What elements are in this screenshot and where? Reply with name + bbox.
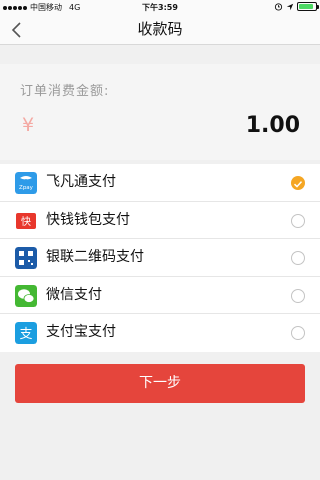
radio-unchecked[interactable] bbox=[291, 326, 305, 340]
battery-fill bbox=[299, 4, 313, 9]
svg-text:支: 支 bbox=[19, 327, 32, 342]
radio-checked[interactable] bbox=[291, 176, 305, 190]
status-bar: 中国移动 4G 下午3:59 bbox=[0, 0, 320, 14]
status-time: 下午3:59 bbox=[142, 3, 178, 12]
payment-option-label: 银联二维码支付 bbox=[46, 249, 144, 265]
payment-option-label: 快钱钱包支付 bbox=[46, 211, 130, 228]
svg-text:快: 快 bbox=[21, 216, 31, 228]
svg-text:Zpay: Zpay bbox=[19, 185, 34, 191]
battery-icon bbox=[297, 2, 319, 11]
alipay-icon: 支 bbox=[15, 322, 37, 344]
currency-symbol: ¥ bbox=[22, 114, 35, 136]
radio-unchecked[interactable] bbox=[291, 251, 305, 265]
location-icon bbox=[286, 3, 294, 10]
radio-unchecked[interactable] bbox=[291, 288, 305, 303]
wechat-icon bbox=[15, 284, 37, 307]
kuaiqian-icon: 快 bbox=[15, 209, 37, 232]
alarm-icon bbox=[274, 3, 283, 11]
status-right bbox=[274, 2, 319, 11]
nav-bar: 收款码 bbox=[0, 14, 320, 45]
payment-option-unionpay[interactable]: 银联二维码支付 bbox=[0, 239, 320, 277]
payment-method-list: Zpay 飞凡通支付 快 快钱钱包支付 银联二维码支付 微信支付 支 支付宝支付 bbox=[0, 164, 320, 352]
unionpay-qr-icon bbox=[15, 247, 37, 269]
payment-option-label: 微信支付 bbox=[46, 286, 102, 303]
amount-value: 1.00 bbox=[245, 113, 300, 138]
amount-label: 订单消费金额: bbox=[20, 84, 110, 99]
chevron-left-icon bbox=[11, 21, 21, 38]
payment-option-label: 飞凡通支付 bbox=[46, 174, 116, 190]
page-title: 收款码 bbox=[137, 20, 183, 38]
payment-option-feifan[interactable]: Zpay 飞凡通支付 bbox=[0, 164, 320, 202]
feifan-pay-icon: Zpay bbox=[15, 172, 37, 194]
radio-unchecked[interactable] bbox=[291, 213, 305, 228]
payment-option-alipay[interactable]: 支 支付宝支付 bbox=[0, 314, 320, 352]
back-button[interactable] bbox=[10, 16, 40, 43]
check-icon bbox=[293, 181, 303, 188]
payment-option-kuaiqian[interactable]: 快 快钱钱包支付 bbox=[0, 202, 320, 239]
amount-card: 订单消费金额: ¥ 1.00 bbox=[0, 64, 320, 160]
payment-option-label: 支付宝支付 bbox=[46, 324, 116, 340]
next-step-button[interactable]: 下一步 bbox=[15, 364, 305, 403]
payment-option-wechat[interactable]: 微信支付 bbox=[0, 277, 320, 314]
